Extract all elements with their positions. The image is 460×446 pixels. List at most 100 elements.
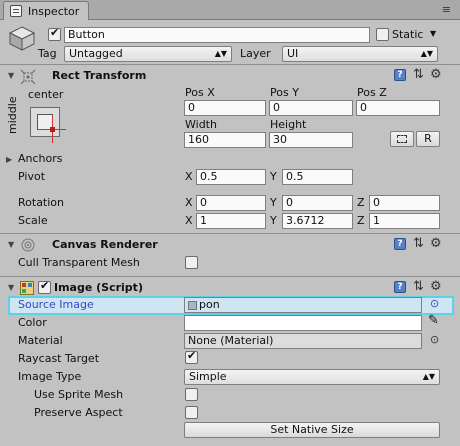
color-label: Color	[18, 316, 47, 329]
tag-value: Untagged	[69, 47, 123, 60]
name-field[interactable]: Button	[64, 27, 370, 43]
rotation-label: Rotation	[18, 196, 65, 209]
width-field[interactable]: 160	[184, 132, 266, 148]
pos-x-field[interactable]: 0	[184, 100, 266, 116]
anchor-horizontal-label: center	[28, 88, 64, 101]
chevron-down-icon: ▲▼	[420, 49, 433, 58]
help-icon[interactable]: ?	[394, 69, 406, 81]
source-image-field[interactable]: pon	[184, 297, 422, 313]
scale-x-label: X	[185, 214, 193, 227]
source-image-value: pon	[199, 298, 220, 311]
sprite-icon	[188, 301, 197, 310]
height-field[interactable]: 30	[269, 132, 353, 148]
canvas-renderer-header[interactable]: ▼ Canvas Renderer ? ⇅ ⚙	[0, 235, 460, 255]
gear-icon[interactable]: ⚙	[430, 237, 442, 250]
pivot-x-label: X	[185, 170, 193, 183]
anchors-label[interactable]: Anchors	[18, 152, 63, 165]
canvas-renderer-title: Canvas Renderer	[52, 238, 158, 251]
material-field[interactable]: None (Material)	[184, 333, 422, 349]
layer-value: UI	[287, 47, 299, 60]
rotation-y-label: Y	[270, 196, 277, 209]
image-type-value: Simple	[189, 370, 227, 383]
fold-down-icon[interactable]: ▼	[8, 240, 14, 249]
use-sprite-mesh-checkbox[interactable]	[185, 388, 198, 401]
pivot-y-field[interactable]: 0.5	[282, 169, 353, 185]
anchor-preset-icon	[37, 114, 66, 143]
object-picker-icon[interactable]: ⊙	[430, 333, 439, 346]
scale-z-label: Z	[357, 214, 365, 227]
presets-icon[interactable]: ⇅	[413, 237, 425, 250]
divider	[0, 233, 460, 234]
blueprint-mode-button[interactable]	[390, 131, 414, 147]
raycast-target-label: Raycast Target	[18, 352, 100, 365]
set-native-size-button[interactable]: Set Native Size	[184, 422, 440, 438]
image-script-header[interactable]: ▼ Image (Script) ? ⇅ ⚙	[0, 278, 460, 298]
scale-y-label: Y	[270, 214, 277, 227]
color-field[interactable]	[184, 315, 422, 331]
pos-y-field[interactable]: 0	[269, 100, 353, 116]
image-type-dropdown[interactable]: Simple ▲▼	[184, 369, 440, 385]
tab-inspector[interactable]: Inspector	[3, 1, 89, 20]
gameobject-icon	[8, 26, 36, 51]
rect-transform-icon	[20, 69, 36, 85]
gear-icon[interactable]: ⚙	[430, 280, 442, 293]
tab-menu-icon[interactable]: ≡	[442, 3, 452, 16]
rect-transform-title: Rect Transform	[52, 69, 147, 82]
object-picker-icon[interactable]: ⊙	[430, 297, 439, 310]
tag-label: Tag	[38, 47, 57, 60]
tab-bar: Inspector ≡	[0, 0, 460, 20]
raw-edit-button[interactable]: R	[416, 131, 440, 147]
rotation-x-field[interactable]: 0	[196, 195, 266, 211]
divider	[0, 276, 460, 277]
fold-down-icon[interactable]: ▼	[8, 283, 14, 292]
presets-icon[interactable]: ⇅	[413, 280, 425, 293]
preserve-aspect-label: Preserve Aspect	[34, 406, 123, 419]
width-label: Width	[185, 118, 217, 131]
tab-label: Inspector	[28, 5, 80, 18]
pos-y-label: Pos Y	[270, 86, 299, 99]
chevron-down-icon: ▲▼	[214, 49, 227, 58]
rotation-y-field[interactable]: 0	[282, 195, 353, 211]
source-image-label: Source Image	[18, 298, 94, 311]
image-script-title: Image (Script)	[54, 281, 143, 294]
help-icon[interactable]: ?	[394, 281, 406, 293]
cull-transparent-mesh-checkbox[interactable]	[185, 256, 198, 269]
active-checkbox[interactable]	[48, 26, 61, 41]
cull-transparent-mesh-label: Cull Transparent Mesh	[18, 256, 140, 269]
presets-icon[interactable]: ⇅	[413, 68, 425, 81]
gear-icon[interactable]: ⚙	[430, 68, 442, 81]
image-enabled-checkbox[interactable]	[38, 279, 51, 294]
blueprint-icon	[397, 135, 407, 143]
help-icon[interactable]: ?	[394, 238, 406, 250]
anchor-presets-button[interactable]	[30, 107, 66, 143]
pos-x-label: Pos X	[185, 86, 215, 99]
scale-y-field[interactable]: 3.6712	[282, 213, 353, 229]
scale-x-field[interactable]: 1	[196, 213, 266, 229]
height-label: Height	[270, 118, 307, 131]
pos-z-label: Pos Z	[357, 86, 387, 99]
static-checkbox[interactable]	[376, 28, 389, 41]
divider	[0, 64, 460, 65]
pivot-x-field[interactable]: 0.5	[196, 169, 266, 185]
pos-z-field[interactable]: 0	[356, 100, 440, 116]
use-sprite-mesh-label: Use Sprite Mesh	[34, 388, 124, 401]
static-dropdown-icon[interactable]: ▼	[430, 29, 436, 38]
canvas-renderer-icon	[21, 238, 35, 252]
eyedropper-icon[interactable]: ✎	[428, 313, 439, 328]
layer-label: Layer	[240, 47, 271, 60]
fold-down-icon[interactable]: ▼	[8, 71, 14, 80]
tag-dropdown[interactable]: Untagged ▲▼	[64, 46, 232, 62]
inspector-icon	[10, 5, 22, 17]
rotation-z-field[interactable]: 0	[369, 195, 440, 211]
material-label: Material	[18, 334, 63, 347]
static-label: Static	[392, 28, 424, 41]
rect-transform-header[interactable]: ▼ Rect Transform ? ⇅ ⚙	[0, 66, 460, 86]
fold-right-icon[interactable]: ▶	[6, 155, 12, 164]
rotation-x-label: X	[185, 196, 193, 209]
scale-label: Scale	[18, 214, 48, 227]
layer-dropdown[interactable]: UI ▲▼	[282, 46, 438, 62]
raycast-target-checkbox[interactable]	[185, 349, 198, 364]
preserve-aspect-checkbox[interactable]	[185, 406, 198, 419]
scale-z-field[interactable]: 1	[369, 213, 440, 229]
image-component-icon	[20, 281, 34, 295]
